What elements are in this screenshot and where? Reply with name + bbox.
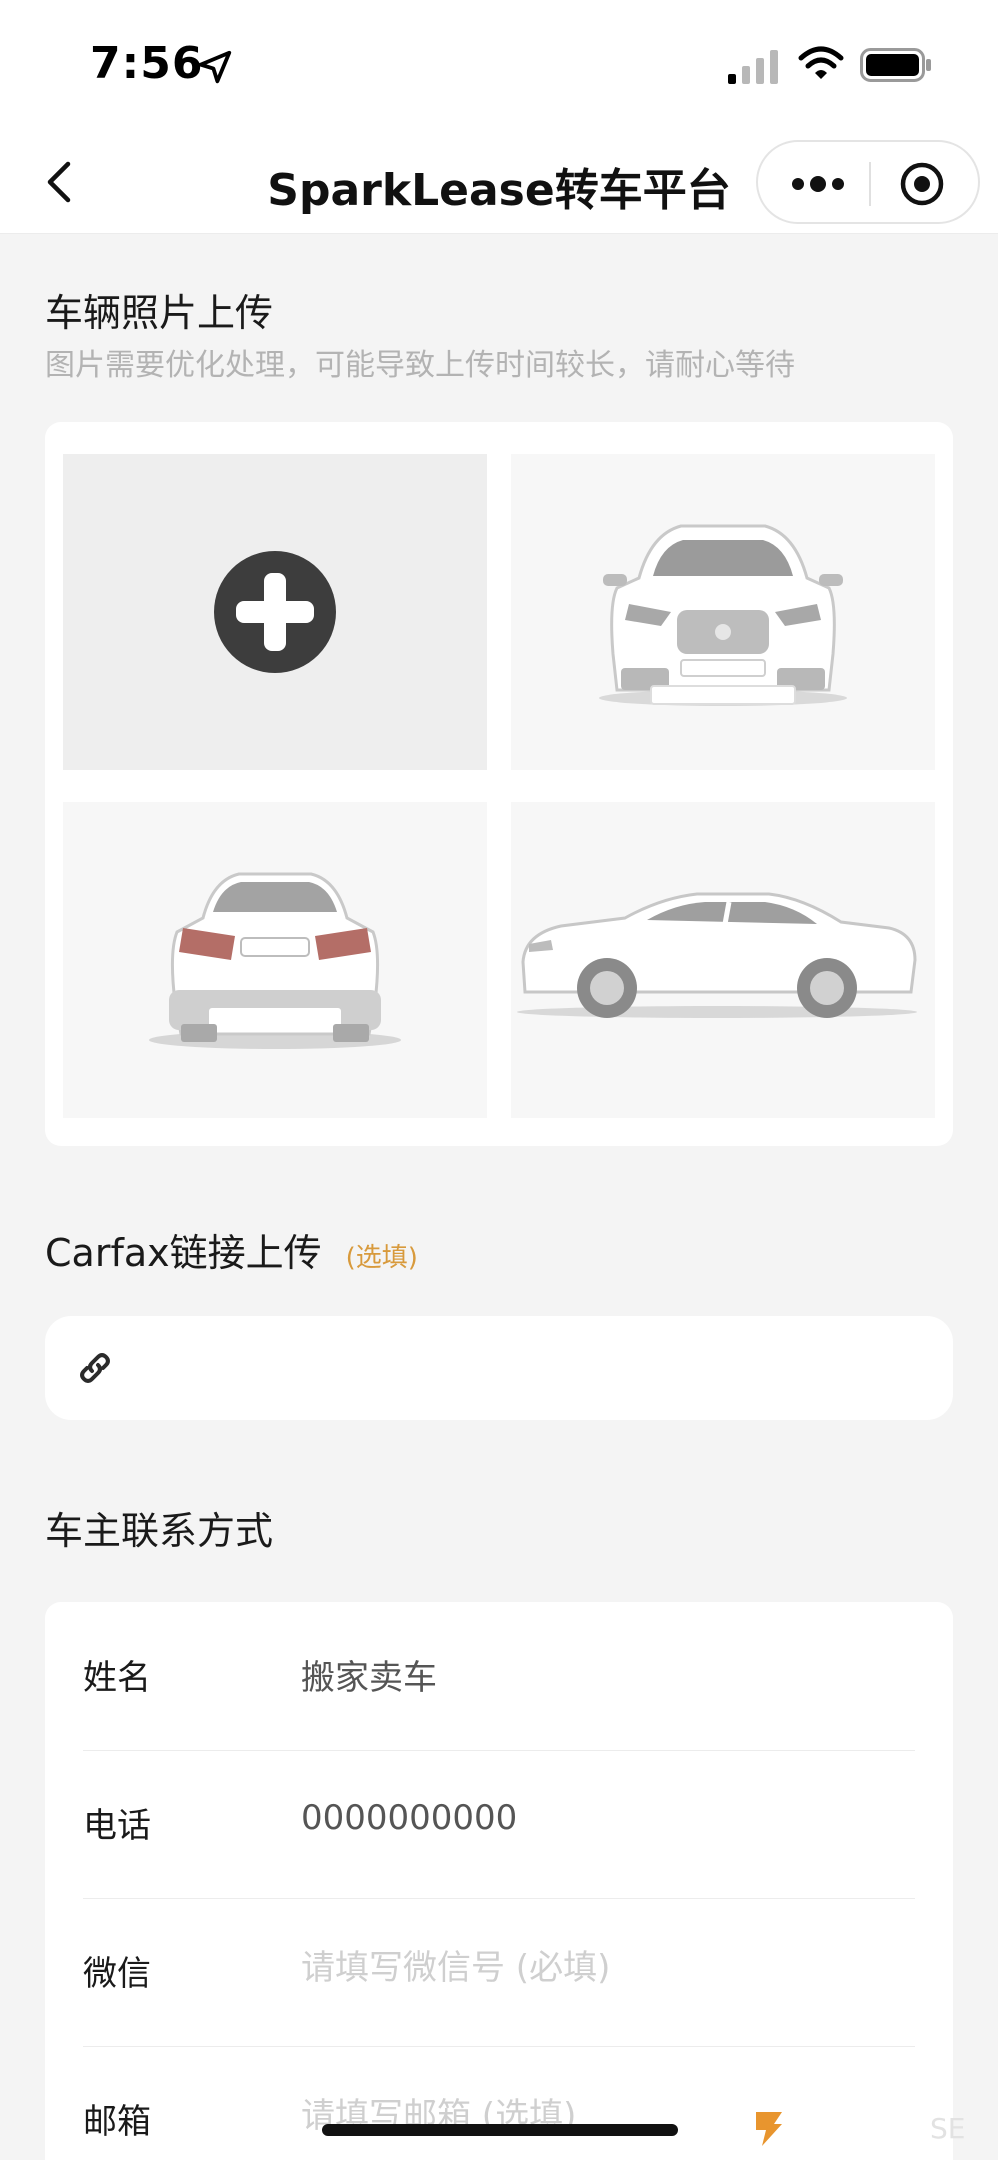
contact-row-phone: 电话 0000000000 — [83, 1750, 915, 1898]
watermark-logo-icon — [756, 2112, 782, 2146]
battery-icon — [860, 48, 931, 82]
photo-grid-card — [45, 422, 953, 1146]
close-circle-icon[interactable] — [898, 160, 946, 208]
status-time: 7:56 — [90, 38, 204, 89]
car-rear-image — [149, 872, 401, 1049]
carfax-title-label: Carfax链接上传 — [45, 1231, 322, 1275]
contact-row-wechat: 微信 — [83, 1898, 915, 2046]
contact-row-name: 姓名 搬家卖车 — [83, 1602, 915, 1750]
add-photo-tile[interactable] — [63, 454, 487, 770]
status-bar: 7:56 — [0, 0, 998, 130]
wechat-label: 微信 — [83, 1954, 151, 1994]
location-arrow-icon — [198, 50, 232, 84]
photos-section-title: 车辆照片上传 — [45, 291, 274, 335]
photos-section-subtitle: 图片需要优化处理，可能导致上传时间较长，请耐心等待 — [45, 348, 795, 383]
wifi-icon — [798, 46, 844, 79]
optional-tag: (选填) — [345, 1243, 418, 1273]
email-label: 邮箱 — [83, 2102, 151, 2142]
contact-card: 姓名 搬家卖车 电话 0000000000 微信 邮箱 — [45, 1602, 953, 2160]
name-label: 姓名 — [83, 1658, 151, 1698]
page: 7:56 SparkLease转车平台 车辆照片上传 图片需要优化处理，可能导致… — [0, 0, 998, 2160]
cellular-signal-icon — [728, 50, 778, 84]
wechat-input[interactable] — [301, 1938, 901, 1998]
link-icon — [80, 1353, 110, 1383]
car-side-image — [517, 892, 917, 1018]
car-front-image — [599, 524, 847, 706]
name-value[interactable]: 搬家卖车 — [301, 1650, 437, 1699]
capsule-divider — [869, 162, 871, 206]
plus-circle-icon — [214, 551, 336, 673]
car-front-sample-image[interactable] — [511, 454, 935, 770]
watermark-text: SE — [930, 2112, 966, 2145]
phone-value[interactable]: 0000000000 — [301, 1798, 517, 1838]
home-indicator — [322, 2124, 678, 2136]
carfax-link-field[interactable] — [45, 1316, 953, 1420]
mini-program-capsule — [756, 140, 980, 224]
more-dots-icon[interactable] — [788, 164, 848, 204]
phone-label: 电话 — [83, 1806, 151, 1846]
car-rear-sample-image[interactable] — [63, 802, 487, 1118]
car-side-sample-image[interactable] — [511, 802, 935, 1118]
nav-bar: SparkLease转车平台 — [0, 130, 998, 234]
back-chevron-icon[interactable] — [32, 152, 92, 212]
carfax-link-input[interactable] — [145, 1342, 925, 1394]
email-input[interactable] — [301, 2086, 901, 2146]
contact-section-title: 车主联系方式 — [45, 1509, 274, 1553]
contact-row-email: 邮箱 — [83, 2046, 915, 2160]
carfax-section-title: Carfax链接上传 (选填) — [45, 1222, 418, 1277]
